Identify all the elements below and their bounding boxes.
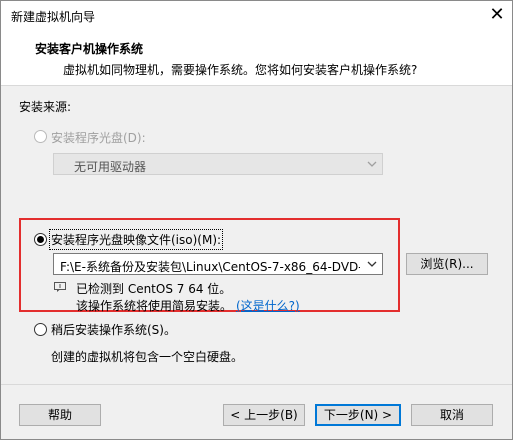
cancel-button[interactable]: 取消 [411,404,493,426]
easy-install-text: 该操作系统将使用简易安装。 [76,299,233,313]
source-label: 安装来源: [19,100,72,114]
next-button[interactable]: 下一步(N) > [315,404,401,426]
disc-radio[interactable] [34,130,47,143]
disc-drive-select[interactable]: 无可用驱动器 [53,153,383,175]
whats-this-link[interactable]: (这是什么?) [236,297,300,314]
chevron-down-icon [367,261,377,267]
chevron-down-icon [367,161,377,167]
back-button[interactable]: < 上一步(B) [223,404,305,426]
help-button[interactable]: 帮助 [19,404,101,426]
page-title: 安装客户机操作系统 [35,42,144,56]
iso-radio[interactable] [34,233,47,246]
wizard-window: 新建虚拟机向导 ✕ 安装客户机操作系统 虚拟机如同物理机，需要操作系统。您将如何… [0,0,513,440]
iso-option-label: 安装程序光盘映像文件(iso)(M): [48,229,224,250]
iso-path-value: F:\E-系统备份及安装包\Linux\CentOS-7-x86_64-DVD-… [60,260,360,274]
later-option-desc: 创建的虚拟机将包含一个空白硬盘。 [51,350,244,364]
footer-divider [1,384,512,385]
browse-button[interactable]: 浏览(R)... [406,253,488,275]
title-bar: 新建虚拟机向导 ✕ [1,1,512,31]
detected-os-text: 已检测到 CentOS 7 64 位。 [76,282,232,296]
close-icon[interactable]: ✕ [482,1,512,31]
window-title: 新建虚拟机向导 [11,10,96,24]
disc-drive-value: 无可用驱动器 [74,160,147,174]
disc-option-label: 安装程序光盘(D): [51,131,146,145]
iso-path-select[interactable]: F:\E-系统备份及安装包\Linux\CentOS-7-x86_64-DVD-… [53,253,383,275]
later-option-label: 稍后安装操作系统(S)。 [51,323,176,337]
later-radio[interactable] [34,323,47,336]
radio-selected-dot [37,236,44,243]
wizard-header: 安装客户机操作系统 虚拟机如同物理机，需要操作系统。您将如何安装客户机操作系统? [1,31,512,86]
page-subtitle: 虚拟机如同物理机，需要操作系统。您将如何安装客户机操作系统? [63,63,418,77]
info-icon [54,282,66,292]
